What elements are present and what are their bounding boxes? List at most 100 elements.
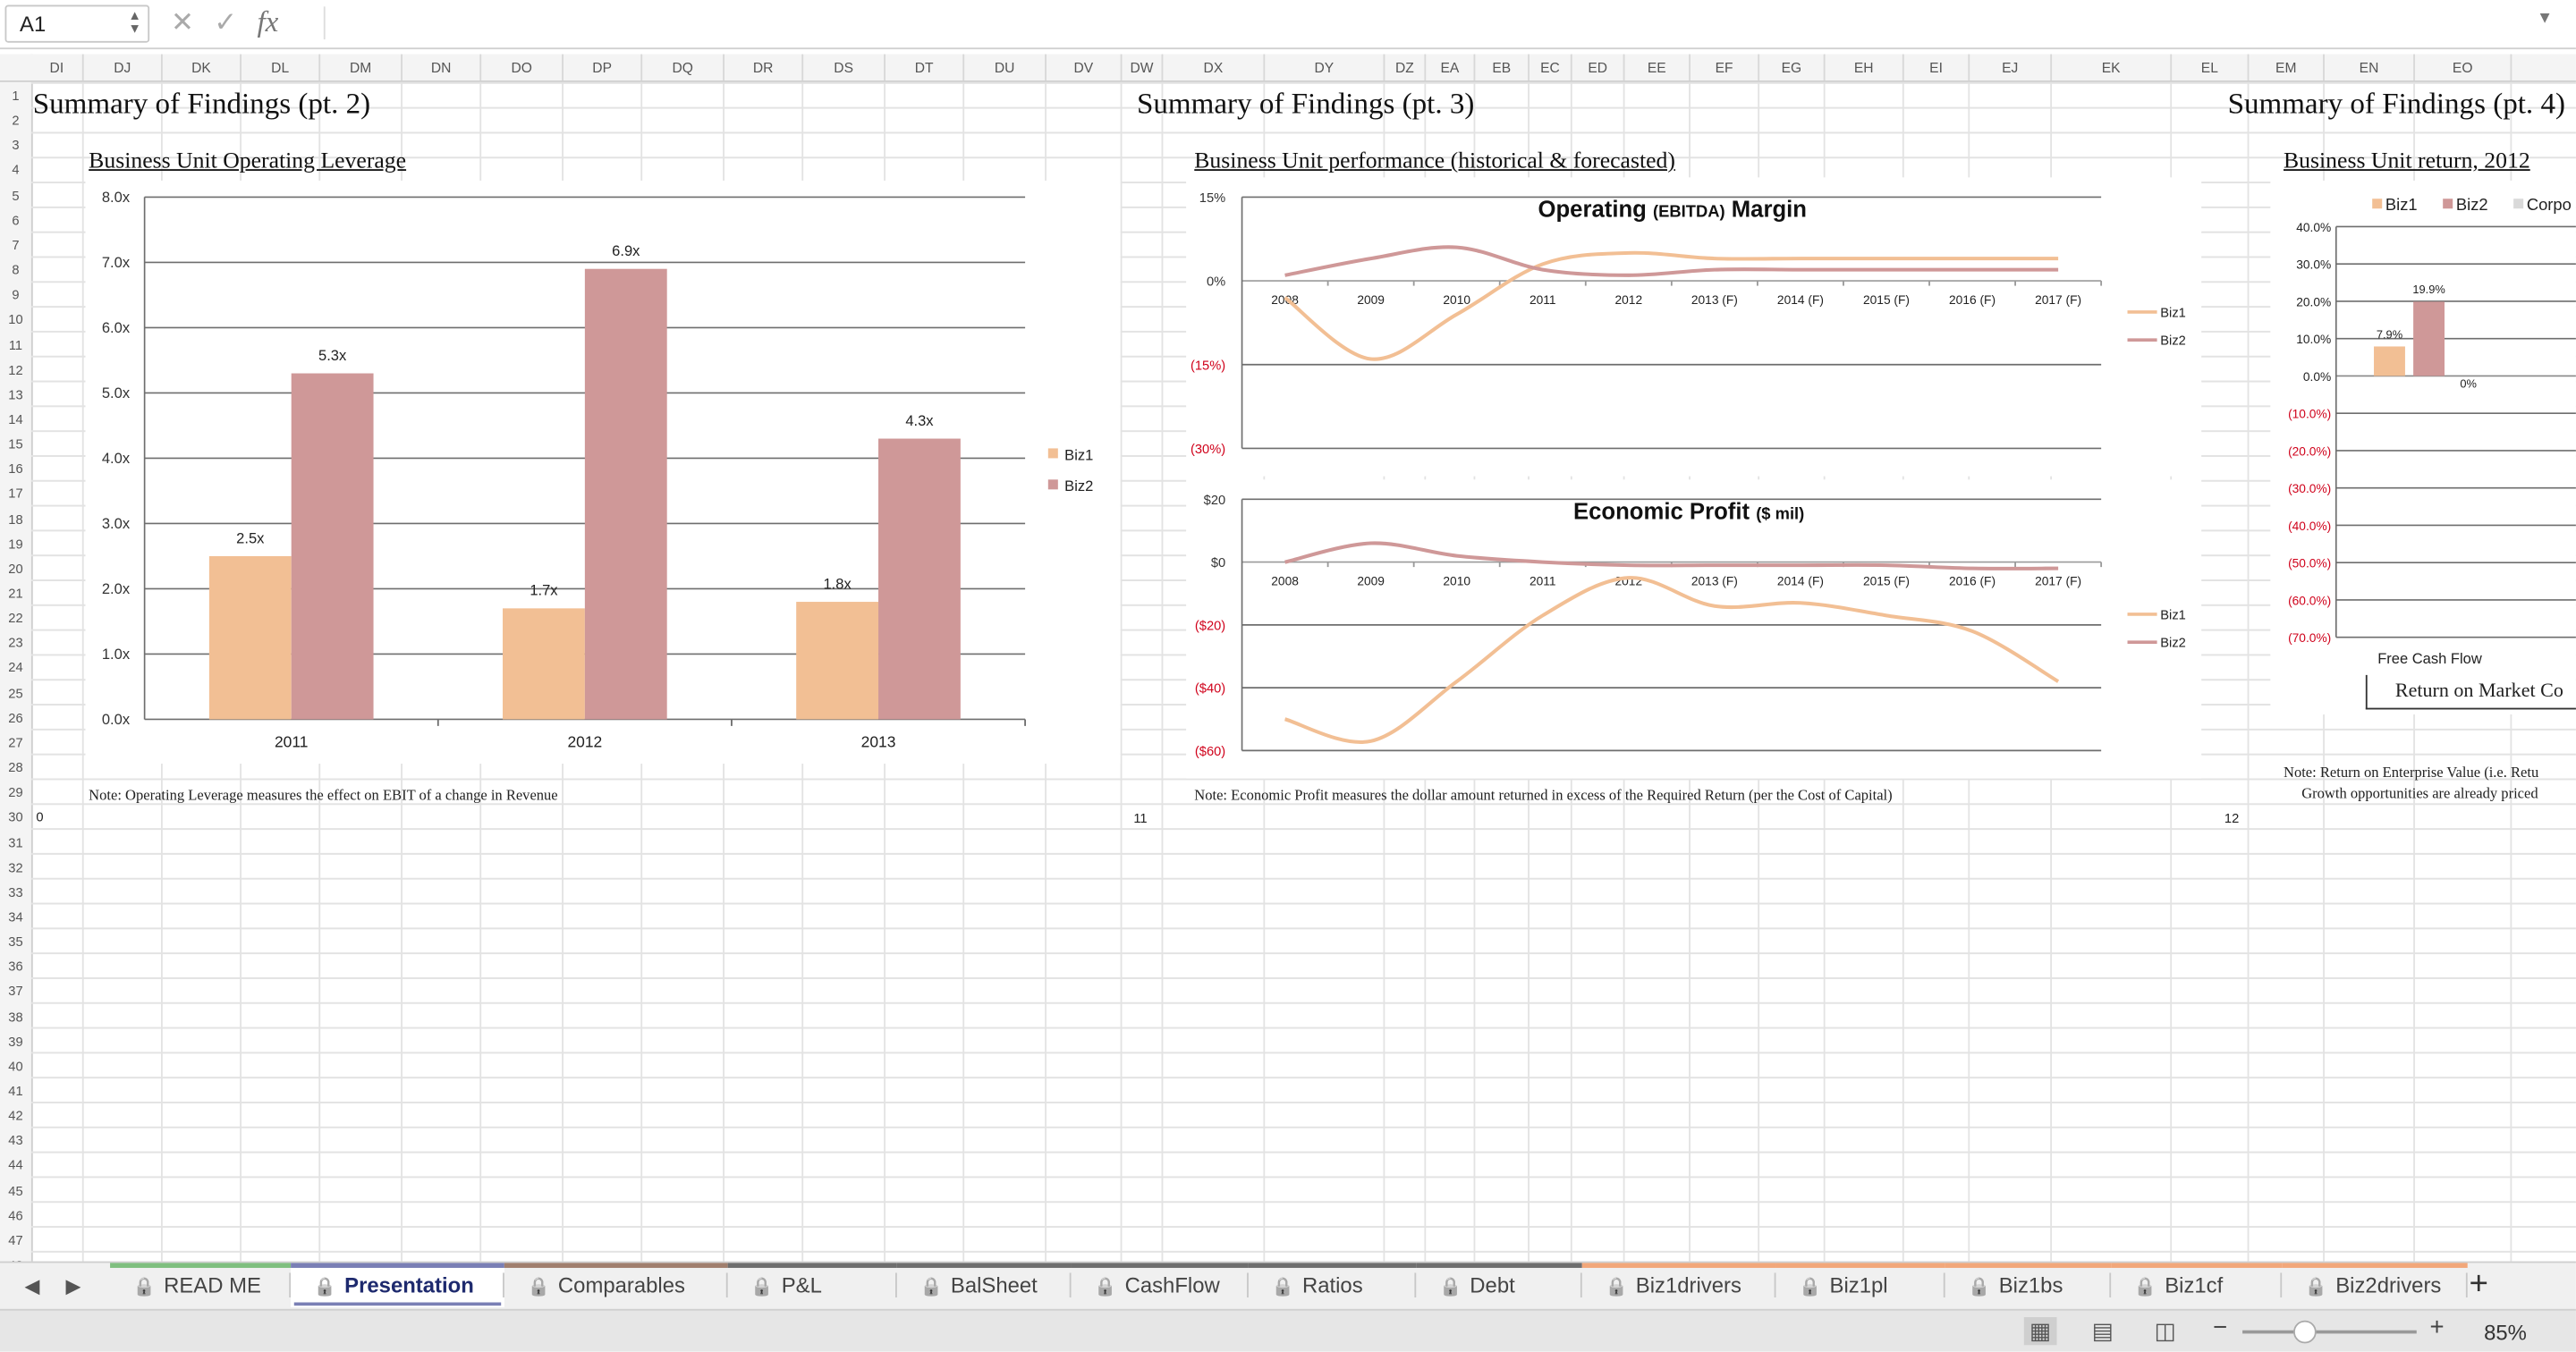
economic-profit-chart[interactable]: ($60) ($40) ($20) $0 $20 2008 2009 2010 2011 2012… [1186, 479, 2202, 779]
column-header[interactable]: DM [320, 54, 402, 80]
column-header[interactable]: DR [724, 54, 804, 80]
column-header[interactable]: EI [1904, 54, 1970, 80]
sheet-tab-comparables[interactable]: 🔒 Comparables [504, 1263, 728, 1307]
chevron-down-icon[interactable]: ▼ [2537, 10, 2553, 28]
operating-margin-chart[interactable]: (30%) (15%) 0% 15% 2008 2009 2010 2011 2012 2013 … [1186, 177, 2202, 477]
column-header[interactable]: DJ [84, 54, 163, 80]
row-header[interactable]: 9 [0, 288, 31, 303]
column-header[interactable]: EC [1530, 54, 1572, 80]
row-header[interactable]: 47 [0, 1233, 31, 1248]
row-header[interactable]: 27 [0, 736, 31, 751]
add-sheet-icon[interactable]: + [2470, 1266, 2488, 1304]
column-header[interactable]: EA [1426, 54, 1476, 80]
column-header[interactable]: DV [1046, 54, 1123, 80]
row-header[interactable]: 37 [0, 984, 31, 1000]
column-header[interactable]: DQ [642, 54, 724, 80]
row-header[interactable]: 38 [0, 1010, 31, 1025]
row-header[interactable]: 35 [0, 934, 31, 950]
row-header[interactable]: 29 [0, 785, 31, 800]
row-header[interactable]: 7 [0, 238, 31, 253]
sheet-tab-biz1pl[interactable]: 🔒 Biz1pl [1775, 1263, 1945, 1307]
row-header[interactable]: 19 [0, 537, 31, 552]
row-header[interactable]: 8 [0, 263, 31, 278]
row-header[interactable]: 21 [0, 587, 31, 602]
row-header[interactable]: 13 [0, 387, 31, 402]
operating-leverage-chart[interactable]: 0.0x 1.0x 2.0x 3.0x 4.0x 5.0x 6.0x 7.0x 8.0x 2011… [85, 181, 1121, 765]
sheet-tab-biz1cf[interactable]: 🔒 Biz1cf [2111, 1263, 2283, 1307]
formula-input[interactable] [323, 6, 2543, 40]
zoom-slider[interactable] [2242, 1330, 2417, 1334]
sheet-tab-cashflow[interactable]: 🔒 CashFlow [1071, 1263, 1249, 1307]
column-header[interactable]: EH [1826, 54, 1904, 80]
sheet-tab-biz2drivers[interactable]: 🔒 Biz2drivers [2282, 1263, 2468, 1307]
row-header[interactable]: 32 [0, 860, 31, 875]
column-header[interactable]: EG [1759, 54, 1826, 80]
column-header[interactable]: DL [242, 54, 321, 80]
row-header[interactable]: 30 [0, 810, 31, 825]
column-header[interactable]: EE [1624, 54, 1690, 80]
column-header[interactable]: DN [402, 54, 482, 80]
row-header[interactable]: 24 [0, 661, 31, 676]
row-header[interactable]: 14 [0, 412, 31, 427]
row-header[interactable]: 16 [0, 462, 31, 477]
normal-view-icon[interactable]: ▦ [2023, 1317, 2057, 1346]
sheet-tab-presentation[interactable]: 🔒 Presentation [291, 1263, 504, 1308]
function-icon[interactable]: fx [257, 5, 278, 40]
name-box[interactable]: A1 ▲ ▼ [4, 4, 150, 43]
sheet-tab-debt[interactable]: 🔒 Debt [1416, 1263, 1582, 1307]
column-header[interactable]: DX [1163, 54, 1266, 80]
name-box-stepper-icon[interactable]: ▲ ▼ [128, 9, 141, 36]
zoom-out-icon[interactable]: − [2213, 1314, 2227, 1341]
row-header[interactable]: 39 [0, 1035, 31, 1050]
sheet-tab-p-l[interactable]: 🔒 P&L [727, 1263, 897, 1307]
sheet-tab-biz1bs[interactable]: 🔒 Biz1bs [1945, 1263, 2112, 1307]
row-header[interactable]: 23 [0, 636, 31, 651]
row-header[interactable]: 44 [0, 1159, 31, 1174]
row-header[interactable]: 5 [0, 188, 31, 203]
row-header[interactable]: 3 [0, 139, 31, 154]
next-sheet-icon[interactable]: ▶ [65, 1274, 80, 1297]
column-header[interactable]: EO [2415, 54, 2512, 80]
row-header[interactable]: 34 [0, 909, 31, 925]
column-header[interactable]: DI [31, 54, 84, 80]
row-header[interactable]: 43 [0, 1134, 31, 1149]
column-header[interactable]: EB [1475, 54, 1530, 80]
row-header[interactable]: 45 [0, 1184, 31, 1199]
row-header[interactable]: 4 [0, 164, 31, 179]
row-header[interactable]: 36 [0, 959, 31, 975]
row-header[interactable]: 25 [0, 686, 31, 701]
column-header[interactable]: DS [803, 54, 886, 80]
prev-sheet-icon[interactable]: ◀ [25, 1274, 40, 1297]
row-header[interactable]: 6 [0, 213, 31, 228]
row-header[interactable]: 42 [0, 1109, 31, 1124]
sheet-tab-ratios[interactable]: 🔒 Ratios [1248, 1263, 1417, 1307]
page-break-icon[interactable]: ◫ [2148, 1317, 2182, 1345]
column-header[interactable]: ED [1572, 54, 1625, 80]
row-header[interactable]: 26 [0, 711, 31, 726]
column-header[interactable]: DY [1265, 54, 1385, 80]
sheet-tab-read-me[interactable]: 🔒 READ ME [110, 1263, 292, 1307]
sheet-tab-biz1drivers[interactable]: 🔒 Biz1drivers [1581, 1263, 1776, 1307]
column-header[interactable]: DP [564, 54, 643, 80]
x-icon[interactable]: ✕ [171, 6, 194, 39]
row-header[interactable]: 46 [0, 1208, 31, 1223]
row-header[interactable]: 40 [0, 1059, 31, 1074]
check-icon[interactable]: ✓ [214, 6, 237, 39]
column-header[interactable]: EJ [1970, 54, 2053, 80]
column-header[interactable]: DW [1122, 54, 1164, 80]
row-header[interactable]: 22 [0, 612, 31, 627]
column-header[interactable]: EL [2172, 54, 2250, 80]
column-header[interactable]: DO [481, 54, 564, 80]
column-header[interactable]: DT [886, 54, 965, 80]
zoom-in-icon[interactable]: + [2429, 1314, 2444, 1341]
column-header[interactable]: DZ [1385, 54, 1427, 80]
column-header[interactable]: EF [1690, 54, 1760, 80]
row-header[interactable]: 12 [0, 362, 31, 377]
column-header[interactable]: DU [964, 54, 1046, 80]
row-header[interactable]: 10 [0, 313, 31, 328]
column-header[interactable]: EM [2249, 54, 2325, 80]
row-header[interactable]: 28 [0, 760, 31, 775]
column-header[interactable]: EN [2325, 54, 2415, 80]
row-header[interactable]: 33 [0, 885, 31, 900]
row-header[interactable]: 17 [0, 486, 31, 502]
